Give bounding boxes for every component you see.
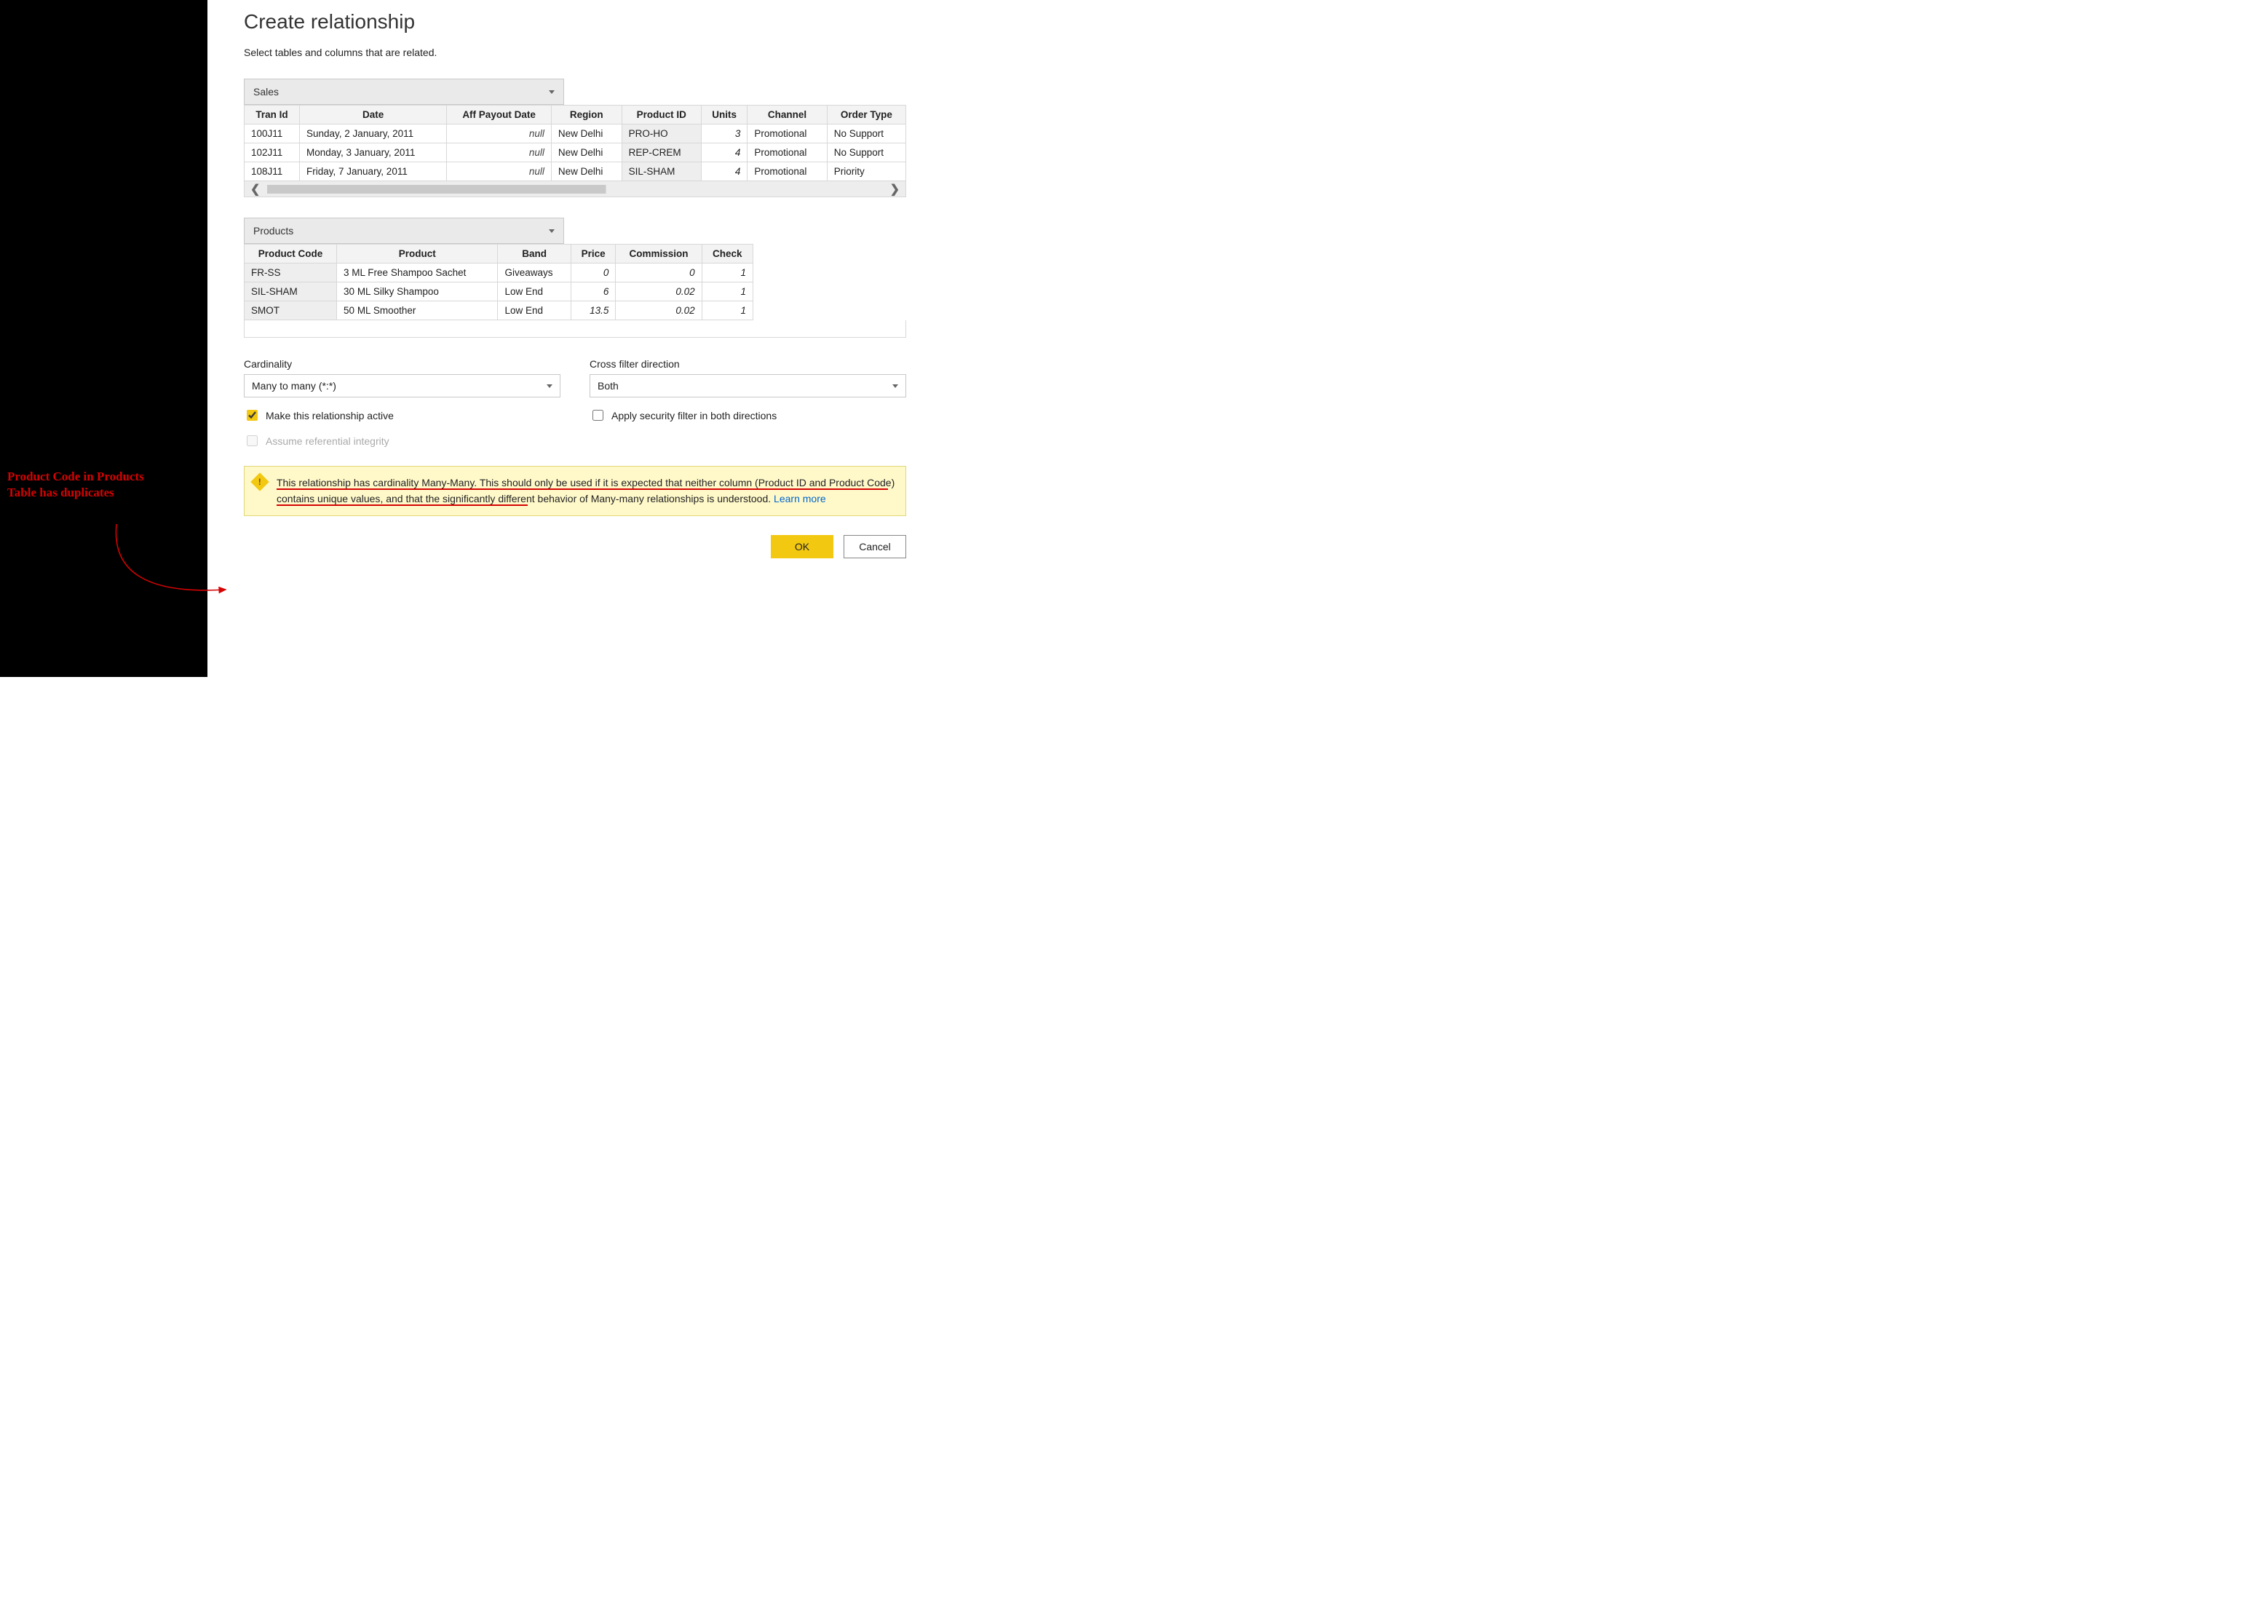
table2-select[interactable]: Products <box>244 218 564 244</box>
crossfilter-combo[interactable]: Both <box>590 374 906 397</box>
chevron-down-icon <box>549 90 555 94</box>
scrollbar-thumb[interactable] <box>267 185 882 194</box>
annotation-text: Product Code in Products Table has dupli… <box>7 469 204 501</box>
cardinality-value: Many to many (*:*) <box>252 380 336 392</box>
table1-select-label: Sales <box>253 86 279 98</box>
table1-hscrollbar[interactable]: ❮ ❯ <box>244 181 906 197</box>
col-productcode[interactable]: Product Code <box>245 245 337 264</box>
chk-active[interactable]: Make this relationship active <box>244 408 560 423</box>
chevron-left-icon[interactable]: ❮ <box>250 182 260 197</box>
col-price[interactable]: Price <box>571 245 615 264</box>
ok-button[interactable]: OK <box>771 535 833 558</box>
chevron-down-icon <box>549 229 555 233</box>
col-ordertype[interactable]: Order Type <box>827 106 905 124</box>
table2-preview: Product Code Product Band Price Commissi… <box>244 244 753 320</box>
col-units[interactable]: Units <box>701 106 747 124</box>
col-channel[interactable]: Channel <box>748 106 827 124</box>
chk-security-input[interactable] <box>592 410 603 421</box>
col-payout[interactable]: Aff Payout Date <box>447 106 552 124</box>
chevron-right-icon[interactable]: ❯ <box>890 182 900 197</box>
table-row[interactable]: FR-SS 3 ML Free Shampoo Sachet Giveaways… <box>245 264 753 282</box>
chevron-down-icon <box>547 384 552 388</box>
cardinality-combo[interactable]: Many to many (*:*) <box>244 374 560 397</box>
annotation-sidebar: Product Code in Products Table has dupli… <box>0 0 207 677</box>
table-row[interactable]: SIL-SHAM 30 ML Silky Shampoo Low End 6 0… <box>245 282 753 301</box>
cancel-button[interactable]: Cancel <box>844 535 906 558</box>
table-row[interactable]: 100J11 Sunday, 2 January, 2011 null New … <box>245 124 906 143</box>
chk-security[interactable]: Apply security filter in both directions <box>590 408 906 423</box>
annotation-underline <box>277 488 888 490</box>
col-product[interactable]: Product <box>337 245 498 264</box>
warning-banner: ! This relationship has cardinality Many… <box>244 466 906 516</box>
col-tranid[interactable]: Tran Id <box>245 106 300 124</box>
chk-referential-input <box>247 435 258 446</box>
table-row[interactable]: 102J11 Monday, 3 January, 2011 null New … <box>245 143 906 162</box>
table1-preview: Tran Id Date Aff Payout Date Region Prod… <box>244 105 906 181</box>
col-date[interactable]: Date <box>300 106 447 124</box>
crossfilter-value: Both <box>598 380 619 392</box>
page-title: Create relationship <box>244 10 928 33</box>
col-band[interactable]: Band <box>498 245 571 264</box>
warning-icon: ! <box>250 472 269 491</box>
table2-footer-strip <box>244 320 906 338</box>
chk-referential: Assume referential integrity <box>244 433 560 448</box>
crossfilter-label: Cross filter direction <box>590 358 906 370</box>
table-row[interactable]: SMOT 50 ML Smoother Low End 13.5 0.02 1 <box>245 301 753 320</box>
chevron-down-icon <box>892 384 898 388</box>
table1-select[interactable]: Sales <box>244 79 564 105</box>
col-productid[interactable]: Product ID <box>622 106 701 124</box>
table2-select-label: Products <box>253 225 293 237</box>
table-row[interactable]: 108J11 Friday, 7 January, 2011 null New … <box>245 162 906 181</box>
col-region[interactable]: Region <box>551 106 622 124</box>
col-commission[interactable]: Commission <box>616 245 702 264</box>
page-subtitle: Select tables and columns that are relat… <box>244 47 928 58</box>
annotation-underline <box>277 504 528 506</box>
table-header-row: Product Code Product Band Price Commissi… <box>245 245 753 264</box>
chk-active-input[interactable] <box>247 410 258 421</box>
dialog-body: Create relationship Select tables and co… <box>207 0 950 677</box>
cardinality-label: Cardinality <box>244 358 560 370</box>
warning-text-b: , and that the significantly different b… <box>380 493 774 504</box>
table-header-row: Tran Id Date Aff Payout Date Region Prod… <box>245 106 906 124</box>
learn-more-link[interactable]: Learn more <box>774 493 826 504</box>
col-check[interactable]: Check <box>702 245 753 264</box>
